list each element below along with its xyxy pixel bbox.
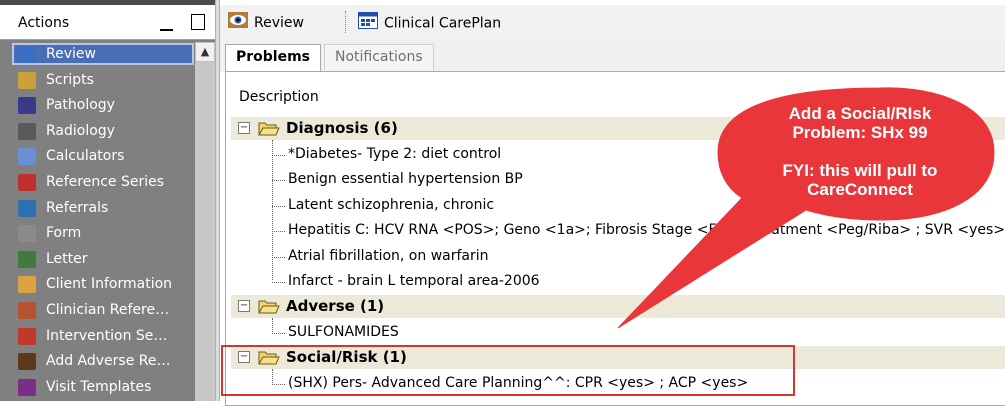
action-item-letter[interactable]: Letter <box>12 247 194 273</box>
collapse-toggle[interactable]: − <box>238 122 250 134</box>
callout-line: Add a Social/RIsk <box>788 104 932 123</box>
group-row-adverse[interactable]: − Adverse (1) <box>231 295 1005 318</box>
letter-icon <box>18 250 36 268</box>
tree-branch <box>272 231 285 232</box>
callout-line: Problem: SHx 99 <box>792 123 928 142</box>
callout-text: Add a Social/RIsk Problem: SHx 99 FYI: t… <box>720 104 1000 199</box>
group-label: Adverse (1) <box>286 297 385 315</box>
action-item-label: Add Adverse Re… <box>46 353 171 370</box>
scroll-up-button[interactable]: ▲ <box>195 42 215 62</box>
problem-item[interactable]: SULFONAMIDES <box>288 324 399 340</box>
tree-branch <box>272 282 285 283</box>
actions-title: Actions <box>18 15 70 31</box>
scripts-icon <box>18 71 36 89</box>
callout-line: FYI: this will pull to <box>782 161 938 180</box>
action-item-label: Form <box>46 225 82 242</box>
tree-line <box>272 140 273 280</box>
tree-branch <box>272 333 285 334</box>
group-label: Diagnosis (6) <box>286 119 398 137</box>
action-item-label: Letter <box>46 250 88 267</box>
test-tube-icon <box>18 97 36 115</box>
review-label: Review <box>254 15 304 31</box>
tree-line <box>272 318 273 334</box>
eye-icon <box>18 46 36 63</box>
action-item-review[interactable]: Review <box>12 43 194 65</box>
problem-item[interactable]: Latent schizophrenia, chronic <box>288 197 494 213</box>
visit-icon <box>18 378 36 396</box>
action-item-label: Referrals <box>46 199 109 216</box>
xray-icon <box>18 122 36 140</box>
action-item-label: Intervention Se… <box>46 327 168 344</box>
action-item-label: Calculators <box>46 148 125 165</box>
review-button[interactable]: Review <box>228 12 304 32</box>
action-item-label: Review <box>46 46 96 62</box>
callout-line <box>720 142 1000 161</box>
tree-branch <box>272 180 285 181</box>
toolbar: Review Clinical CarePlan <box>220 5 1005 39</box>
social-risk-highlight <box>221 345 795 396</box>
tab-problems[interactable]: Problems <box>225 44 322 72</box>
careplan-icon <box>358 12 378 35</box>
action-item-intervention[interactable]: Intervention Se… <box>12 324 194 350</box>
referral-icon <box>18 199 36 217</box>
actions-scrollbar[interactable]: ▲ <box>195 42 215 401</box>
action-item-form[interactable]: Form <box>12 221 194 247</box>
open-folder-icon <box>258 120 280 140</box>
callout-line: CareConnect <box>807 180 913 199</box>
action-item-label: Client Information <box>46 276 173 293</box>
chart-icon <box>18 173 36 191</box>
tree-branch <box>272 257 285 258</box>
action-item-label: Reference Series <box>46 173 165 190</box>
adverse-icon <box>18 353 36 371</box>
toolbar-separator <box>345 11 348 33</box>
actions-list: Review Scripts Pathology Radiology Calcu… <box>12 42 194 400</box>
problem-item[interactable]: Benign essential hypertension BP <box>288 171 523 187</box>
action-item-label: Visit Templates <box>46 378 152 395</box>
actions-panel: Actions Review Scripts Pathology Radiolo… <box>0 0 215 401</box>
action-item-client-information[interactable]: Client Information <box>12 272 194 298</box>
action-item-add-adverse[interactable]: Add Adverse Re… <box>12 349 194 375</box>
problem-item[interactable]: Infarct - brain L temporal area-2006 <box>288 273 540 289</box>
maximize-button[interactable] <box>191 14 205 30</box>
collapse-toggle[interactable]: − <box>238 300 250 312</box>
action-item-label: Pathology <box>46 97 115 114</box>
minimize-button[interactable] <box>160 29 173 31</box>
action-item-scripts[interactable]: Scripts <box>12 68 194 94</box>
eye-icon <box>228 12 248 34</box>
calculator-icon <box>18 148 36 166</box>
tree-branch <box>272 206 285 207</box>
tab-strip: Problems Notifications <box>220 38 1005 72</box>
description-column-header[interactable]: Description <box>239 89 319 105</box>
problem-item[interactable]: Atrial fibrillation, on warfarin <box>288 248 489 264</box>
action-item-visit-templates[interactable]: Visit Templates <box>12 375 194 401</box>
careplan-label: Clinical CarePlan <box>384 15 502 32</box>
problem-item[interactable]: Hepatitis C: HCV RNA <POS>; Geno <1a>; F… <box>288 222 1005 238</box>
tab-notifications[interactable]: Notifications <box>324 44 434 70</box>
tree-branch <box>272 155 285 156</box>
action-item-reference-series[interactable]: Reference Series <box>12 170 194 196</box>
action-item-label: Clinician Refere… <box>46 301 170 318</box>
action-item-label: Scripts <box>46 71 94 88</box>
action-item-radiology[interactable]: Radiology <box>12 119 194 145</box>
action-item-referrals[interactable]: Referrals <box>12 196 194 222</box>
action-item-pathology[interactable]: Pathology <box>12 93 194 119</box>
actions-header: Actions <box>0 5 215 40</box>
form-icon <box>18 225 36 243</box>
client-icon <box>18 276 36 294</box>
books-icon <box>18 301 36 319</box>
action-item-calculators[interactable]: Calculators <box>12 144 194 170</box>
open-folder-icon <box>258 298 280 318</box>
intervention-icon <box>18 327 36 345</box>
problem-item[interactable]: *Diabetes- Type 2: diet control <box>288 146 501 162</box>
clinical-careplan-button[interactable]: Clinical CarePlan <box>358 12 501 32</box>
action-item-label: Radiology <box>46 122 115 139</box>
action-item-clinician-reference[interactable]: Clinician Refere… <box>12 298 194 324</box>
